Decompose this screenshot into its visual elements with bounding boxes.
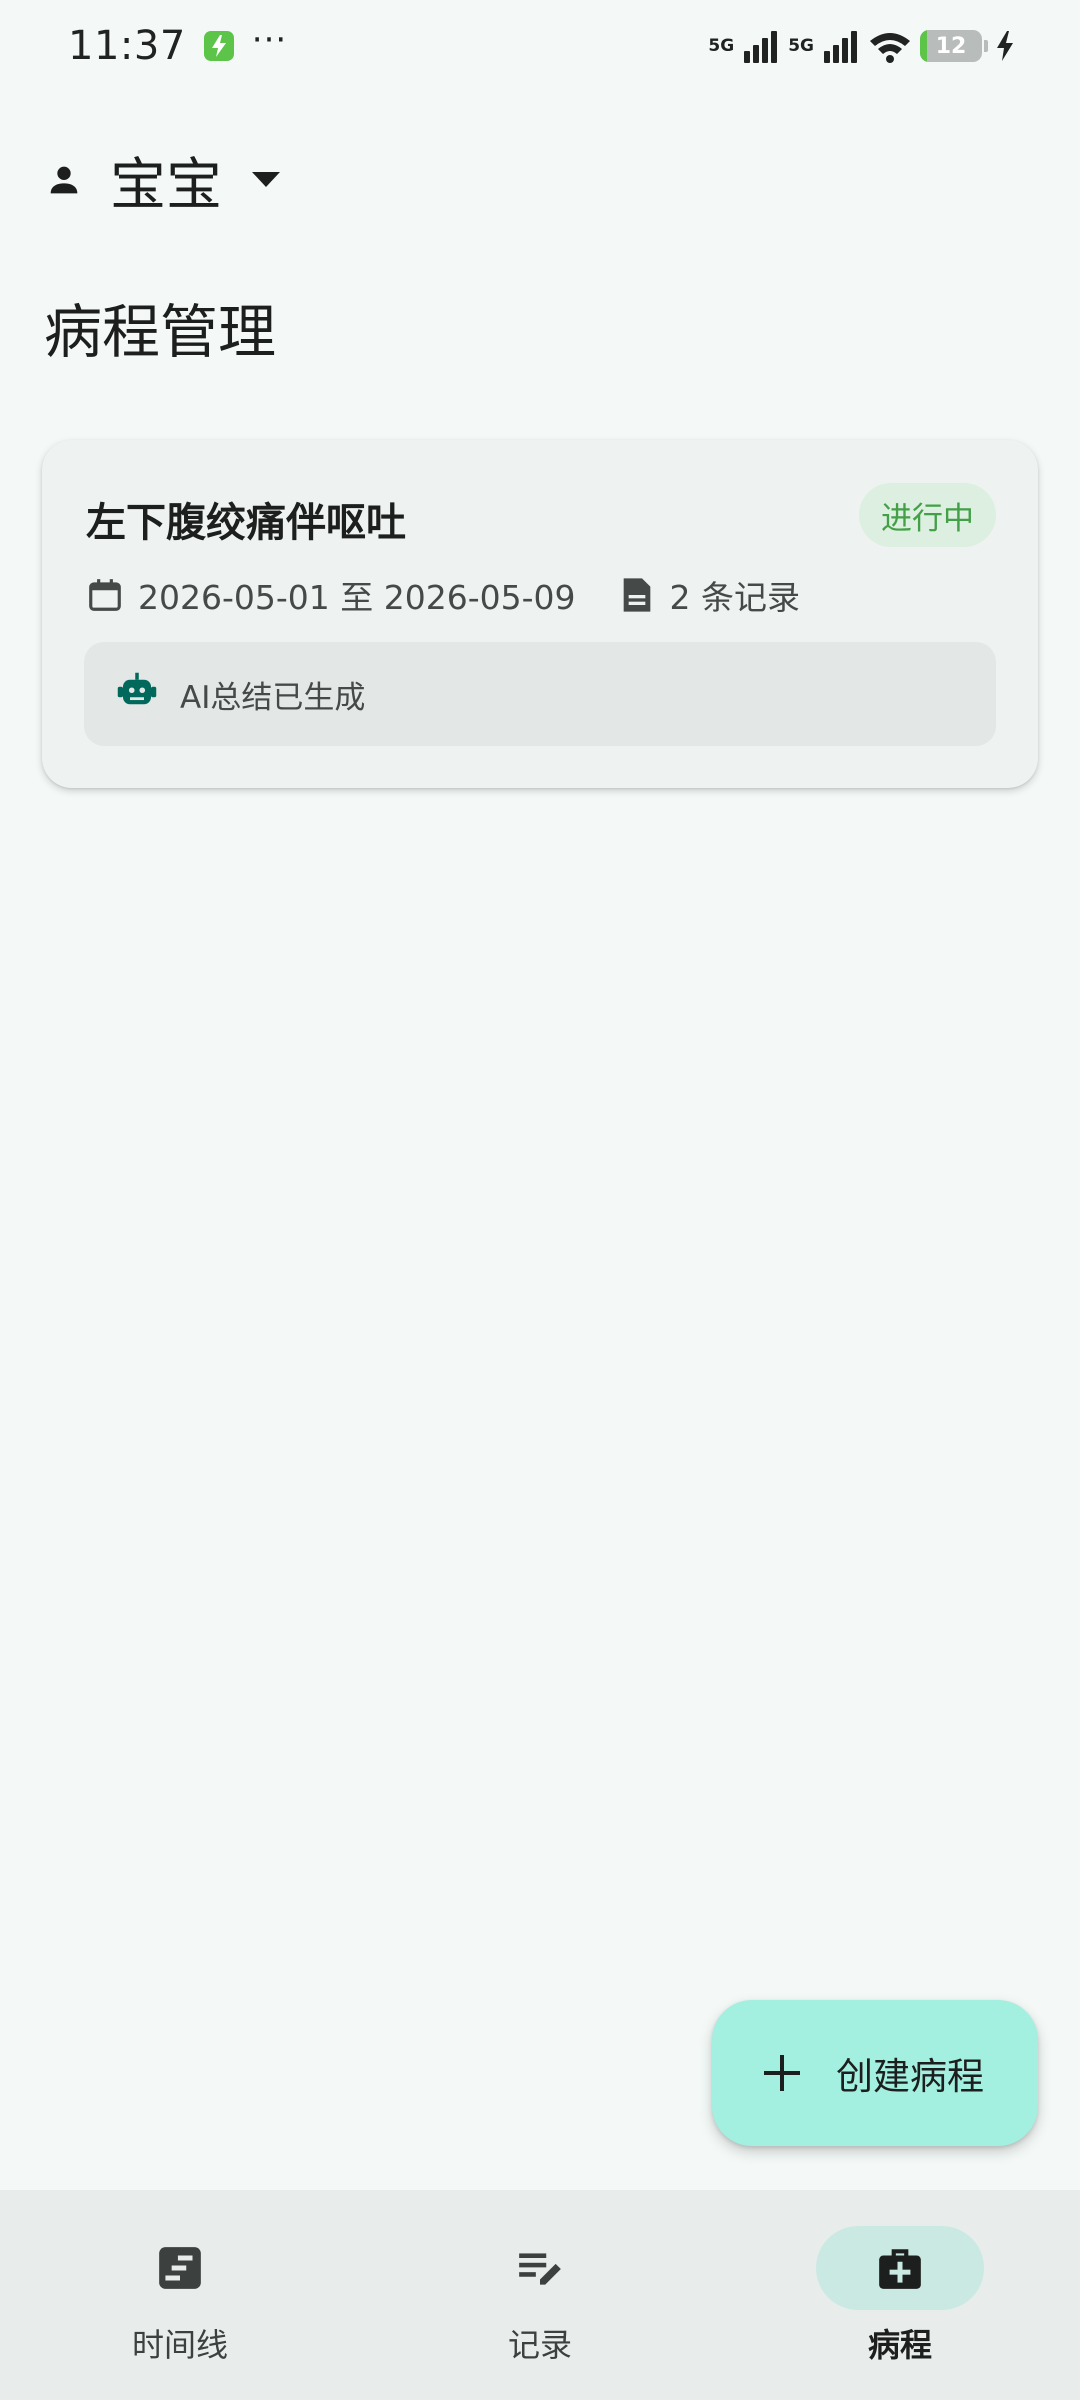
ai-summary-box: AI总结已生成 — [84, 642, 996, 746]
nav-item-courses[interactable]: 病程 — [720, 2190, 1080, 2400]
page-title: 病程管理 — [44, 298, 277, 366]
nav-pill-timeline — [96, 2226, 264, 2310]
more-notifications-icon: ··· — [251, 20, 288, 60]
battery-level: 12 — [935, 33, 967, 59]
create-course-label: 创建病程 — [836, 2055, 984, 2098]
signal-icon-2 — [824, 31, 857, 63]
course-title: 左下腹绞痛伴呕吐 — [86, 500, 406, 546]
charging-app-icon — [203, 31, 234, 61]
course-date-range: 2026-05-01 至 2026-05-09 — [138, 578, 576, 617]
nav-label-records: 记录 — [507, 2326, 572, 2364]
status-bar: 11:37 ··· 5G 5G 12 — [0, 0, 1080, 92]
course-card[interactable]: 左下腹绞痛伴呕吐 进行中 2026-05-01 至 2026-05-09 2 条… — [42, 440, 1038, 788]
nav-pill-courses — [816, 2226, 984, 2310]
network-type-label-2: 5G — [788, 36, 814, 56]
create-course-button[interactable]: 创建病程 — [712, 2000, 1038, 2146]
battery-icon: 12 — [920, 30, 982, 62]
status-bar-left: 11:37 ··· — [68, 20, 288, 69]
clock: 11:37 — [68, 23, 186, 69]
ai-summary-text: AI总结已生成 — [180, 679, 366, 716]
wifi-icon — [870, 33, 910, 63]
course-meta-row: 2026-05-01 至 2026-05-09 2 条记录 — [86, 570, 800, 620]
person-icon — [50, 166, 78, 194]
battery-tip — [984, 40, 988, 52]
medical-bag-icon — [879, 2249, 921, 2289]
network-type-label: 5G — [708, 36, 735, 56]
robot-icon — [116, 671, 158, 717]
edit-note-icon — [519, 2253, 561, 2285]
nav-item-timeline[interactable]: 时间线 — [0, 2190, 360, 2400]
nav-pill-records — [456, 2226, 624, 2310]
nav-item-records[interactable]: 记录 — [360, 2190, 720, 2400]
bottom-navigation: 时间线 记录 病程 — [0, 2190, 1080, 2400]
profile-switcher[interactable]: 宝宝 — [44, 140, 280, 220]
status-badge: 进行中 — [859, 483, 996, 547]
plus-icon — [764, 2055, 800, 2091]
record-count: 2 条记录 — [669, 578, 801, 617]
signal-icon — [744, 31, 778, 63]
nav-label-timeline: 时间线 — [131, 2326, 228, 2364]
nav-label-courses: 病程 — [867, 2326, 932, 2364]
app-screen: 11:37 ··· 5G 5G 12 宝宝 病程管理 左下腹绞痛伴呕吐 进行中 … — [0, 0, 1080, 2400]
timeline-icon — [159, 2247, 201, 2289]
battery-fill — [920, 30, 928, 62]
dropdown-arrow-icon — [252, 172, 280, 187]
charging-bolt-icon — [997, 31, 1013, 61]
calendar-icon — [86, 575, 124, 615]
document-icon — [620, 575, 654, 615]
status-bar-right: 5G 5G 12 — [708, 29, 1014, 63]
profile-name: 宝宝 — [110, 152, 222, 218]
